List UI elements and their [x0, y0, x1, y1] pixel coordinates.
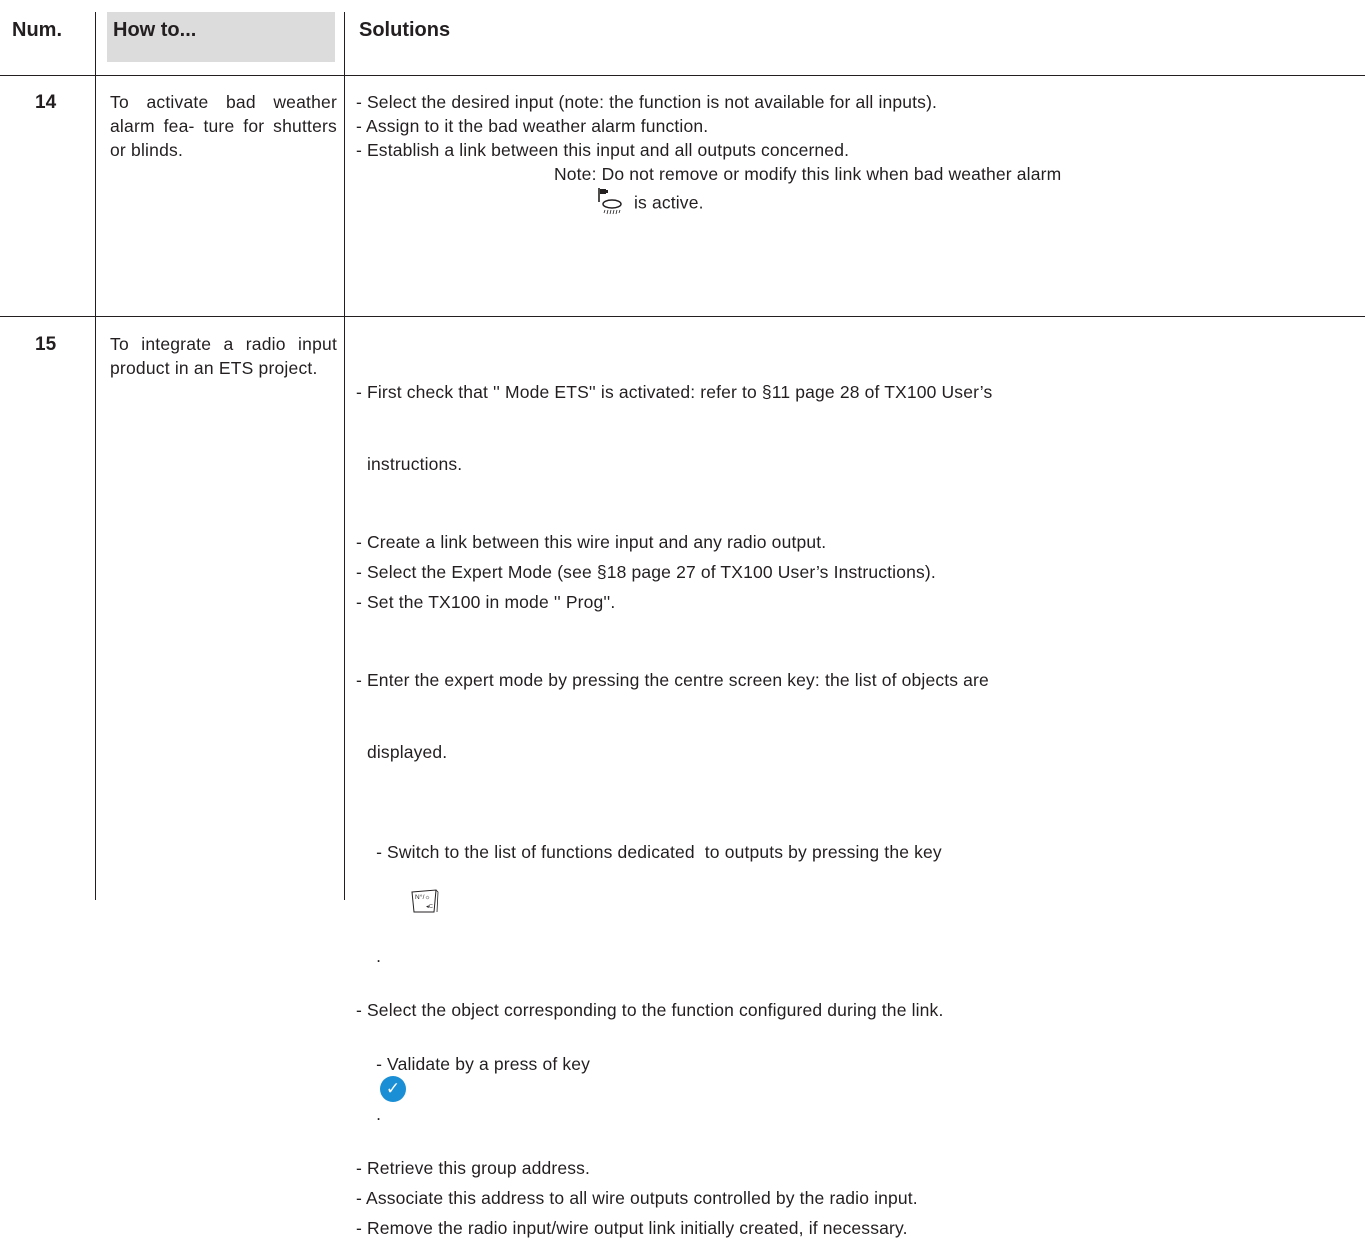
- row-15-howto: To integrate a radio input product in an…: [110, 334, 337, 378]
- row-15-number: 15: [35, 334, 57, 355]
- header-divider: [0, 75, 1365, 76]
- header-num: Num.: [12, 19, 62, 41]
- solution-item: - First check that '' Mode ETS'' is acti…: [356, 382, 993, 474]
- check-icon: ✓: [380, 1076, 407, 1103]
- solution-item: - Enter the expert mode by pressing the …: [356, 670, 989, 762]
- number-key-icon: N°/☼ ◂C: [380, 864, 440, 944]
- solution-item: - Create a link between this wire input …: [356, 532, 827, 552]
- solution-item: - Establish a link between this input an…: [356, 140, 850, 160]
- row-14-solutions: - Select the desired input (note: the fu…: [356, 90, 1358, 222]
- solution-item: - Associate this address to all wire out…: [356, 1188, 918, 1209]
- row-divider: [0, 316, 1365, 317]
- solution-item: - Remove the radio input/wire output lin…: [356, 1218, 908, 1239]
- row-15-solutions: - First check that '' Mode ETS'' is acti…: [356, 332, 1358, 1246]
- header-solutions: Solutions: [359, 19, 451, 41]
- column-divider-1: [95, 12, 96, 900]
- solution-item: - Set the TX100 in mode '' Prog''.: [356, 592, 616, 612]
- row-14-number: 14: [35, 92, 57, 113]
- note-line-1: Note: Do not remove or modify this link …: [554, 164, 1062, 184]
- svg-text:◂C: ◂C: [426, 904, 433, 910]
- solution-item: - Select the object corresponding to the…: [356, 1000, 944, 1020]
- header-howto: How to...: [113, 19, 197, 41]
- solution-item: - Switch to the list of functions dedica…: [376, 842, 942, 966]
- solution-item: - Retrieve this group address.: [356, 1158, 591, 1179]
- solution-item: - Select the Expert Mode (see §18 page 2…: [356, 562, 936, 582]
- note-line-2: is active.: [356, 186, 1358, 222]
- note-line-2-text: is active.: [634, 192, 704, 213]
- solution-item: - Validate by a press of key ✓ .: [376, 1054, 591, 1125]
- column-divider-2: [344, 12, 345, 900]
- row-14-howto: To activate bad weather alarm fea- ture …: [110, 92, 337, 160]
- solution-item: - Assign to it the bad weather alarm fun…: [356, 116, 709, 136]
- bad-weather-alarm-icon: [595, 186, 629, 222]
- solution-item: - Select the desired input (note: the fu…: [356, 92, 938, 112]
